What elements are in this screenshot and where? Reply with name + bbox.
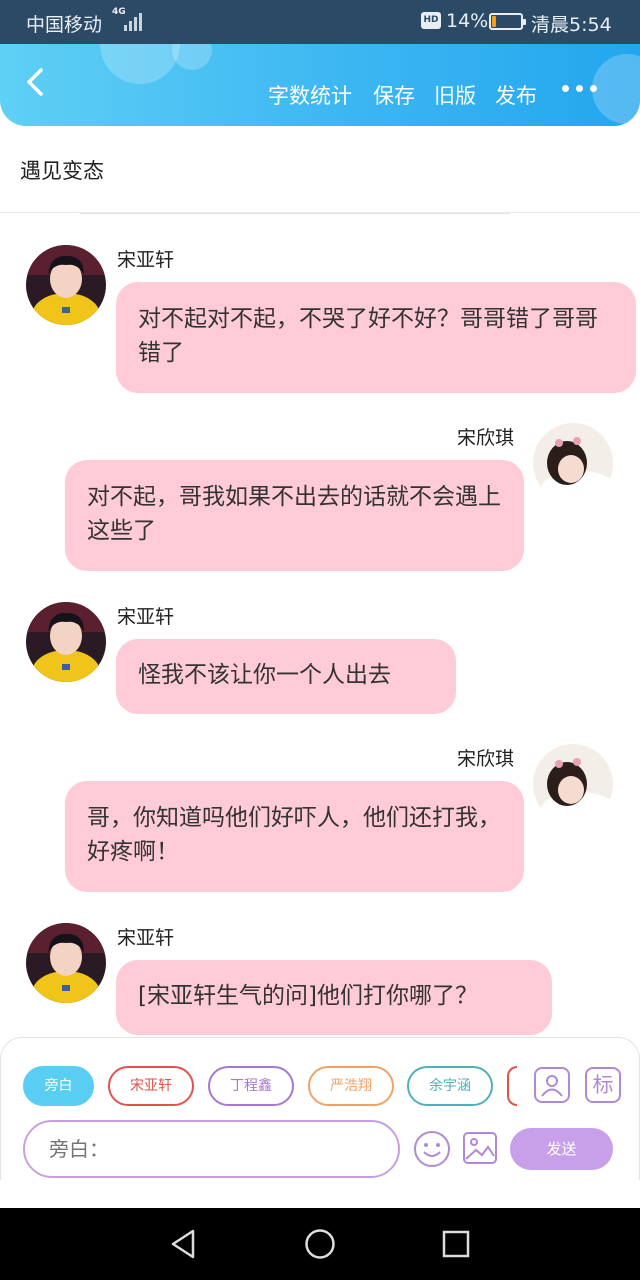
home-nav-icon[interactable] xyxy=(304,1228,336,1260)
back-nav-icon[interactable] xyxy=(168,1228,198,1260)
role-chip[interactable]: 余宇涵 xyxy=(407,1066,493,1106)
publish-button[interactable]: 发布 xyxy=(495,80,537,110)
spacer xyxy=(0,1180,640,1208)
clock: 清晨5:54 xyxy=(531,14,612,36)
image-icon[interactable] xyxy=(463,1132,497,1164)
role-chip[interactable]: 宋亚轩 xyxy=(108,1066,194,1106)
mark-icon[interactable]: 标 xyxy=(585,1067,621,1103)
message-bubble[interactable]: 对不起对不起，不哭了好不好？哥哥错了哥哥错了 xyxy=(116,282,636,393)
back-icon[interactable] xyxy=(16,62,56,102)
speaker-name: 宋欣琪 xyxy=(457,427,515,449)
role-chip[interactable]: 严浩翔 xyxy=(308,1066,394,1106)
more-icon[interactable] xyxy=(560,82,600,94)
speaker-name: 宋亚轩 xyxy=(117,927,175,949)
speaker-name: 宋亚轩 xyxy=(117,606,175,628)
role-chip-partial[interactable] xyxy=(507,1066,517,1106)
speaker-name: 宋欣琪 xyxy=(457,748,515,770)
top-bar: 字数统计 保存 旧版 发布 xyxy=(0,44,640,126)
story-title[interactable]: 遇见变态 xyxy=(20,155,104,185)
narration-input[interactable] xyxy=(23,1120,400,1178)
carrier-name: 中国移动 xyxy=(26,14,103,36)
message-bubble[interactable]: 对不起，哥我如果不出去的话就不会遇上这些了 xyxy=(65,460,524,571)
message-bubble[interactable]: 哥，你知道吗他们好吓人，他们还打我，好疼啊！ xyxy=(65,781,524,892)
hd-badge: HD xyxy=(421,12,441,29)
save-button[interactable]: 保存 xyxy=(373,80,415,110)
avatar-song-yaxuan[interactable] xyxy=(26,923,106,1003)
message-bubble[interactable]: 怪我不该让你一个人出去 xyxy=(116,639,456,714)
battery-icon xyxy=(489,13,526,30)
network-type: 4G xyxy=(112,7,126,17)
role-chip-narration[interactable]: 旁白 xyxy=(23,1066,94,1106)
send-button[interactable]: 发送 xyxy=(510,1128,613,1170)
role-chip[interactable]: 丁程鑫 xyxy=(208,1066,294,1106)
message-bubble[interactable]: [宋亚轩生气的问]他们打你哪了？ xyxy=(116,960,552,1035)
avatar-song-yaxuan[interactable] xyxy=(26,245,106,325)
battery-percent: 14% xyxy=(446,10,489,32)
divider xyxy=(80,213,510,214)
word-count-button[interactable]: 字数统计 xyxy=(268,80,352,110)
avatar-song-xinqi[interactable] xyxy=(533,423,613,503)
speaker-name: 宋亚轩 xyxy=(117,249,175,271)
system-nav-bar xyxy=(0,1208,640,1280)
emoji-icon[interactable] xyxy=(413,1130,451,1168)
status-bar: 中国移动 4G HD 14% 清晨5:54 xyxy=(0,0,640,44)
avatar-song-yaxuan[interactable] xyxy=(26,602,106,682)
recents-nav-icon[interactable] xyxy=(442,1230,470,1258)
old-version-button[interactable]: 旧版 xyxy=(434,80,476,110)
contact-icon[interactable] xyxy=(534,1067,570,1103)
avatar-song-xinqi[interactable] xyxy=(533,744,613,824)
